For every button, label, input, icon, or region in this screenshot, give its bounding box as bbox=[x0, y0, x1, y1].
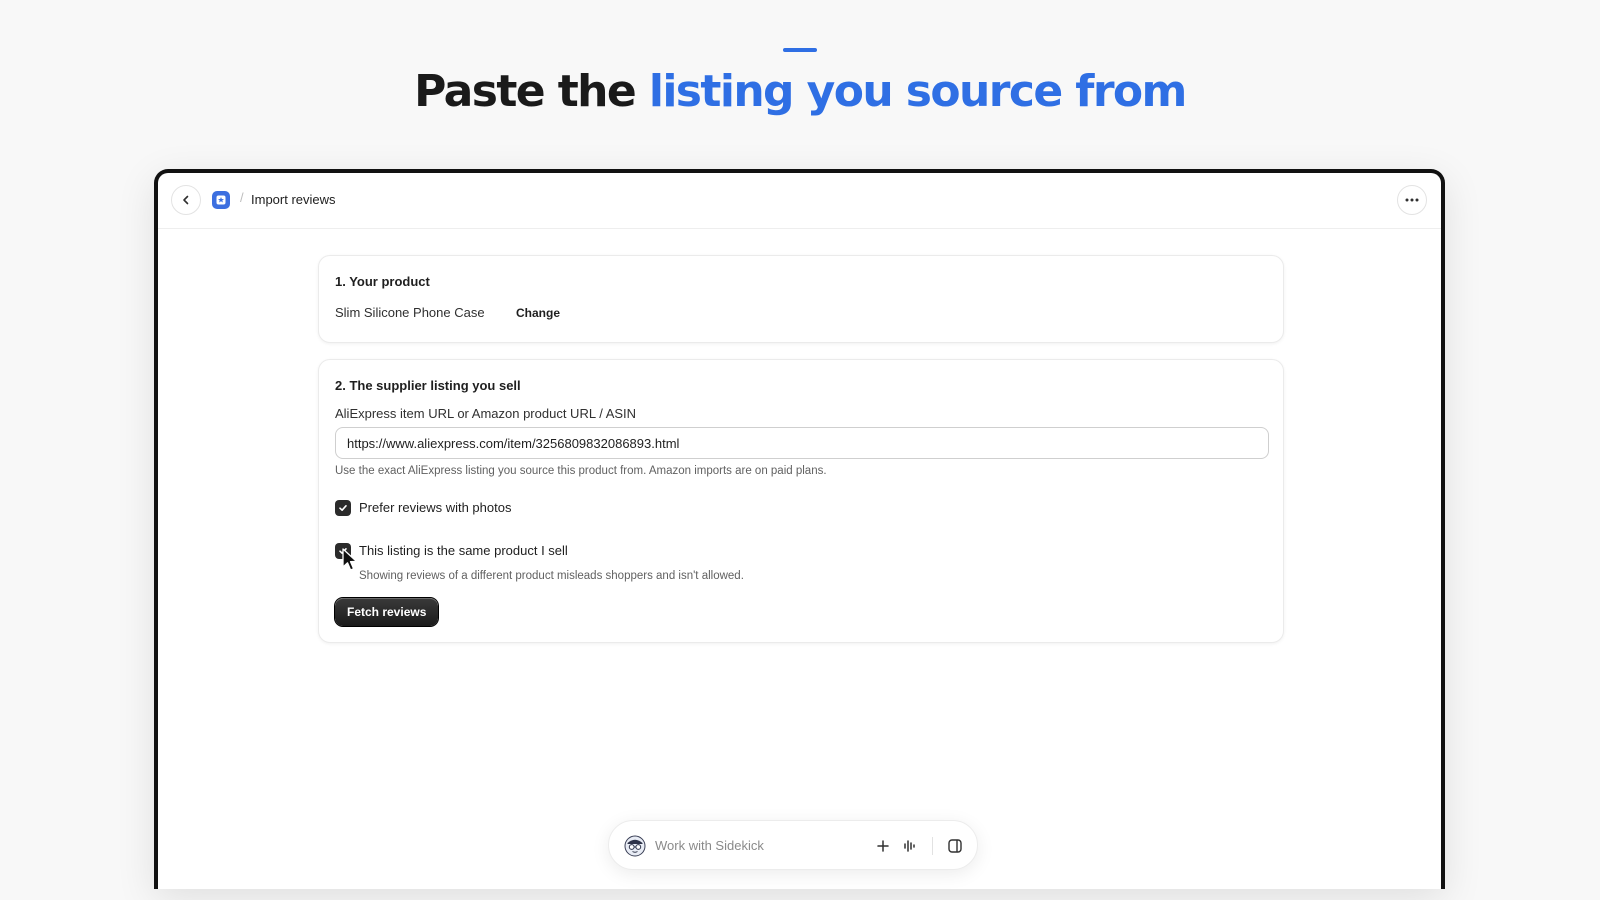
product-card: 1. Your product Slim Silicone Phone Case… bbox=[318, 255, 1284, 343]
supplier-card: 2. The supplier listing you sell AliExpr… bbox=[318, 359, 1284, 643]
breadcrumb-title: Import reviews bbox=[251, 192, 336, 207]
fetch-reviews-button[interactable]: Fetch reviews bbox=[335, 598, 439, 626]
ellipsis-icon bbox=[1405, 198, 1419, 202]
same-product-help-text: Showing reviews of a different product m… bbox=[359, 570, 744, 582]
sidekick-avatar-icon bbox=[624, 835, 646, 857]
plus-icon[interactable] bbox=[874, 837, 892, 855]
same-product-row[interactable]: This listing is the same product I sell bbox=[335, 543, 568, 559]
supplier-card-title: 2. The supplier listing you sell bbox=[335, 378, 521, 393]
same-product-label: This listing is the same product I sell bbox=[359, 543, 568, 558]
url-field-label: AliExpress item URL or Amazon product UR… bbox=[335, 406, 637, 421]
url-help-text: Use the exact AliExpress listing you sou… bbox=[335, 465, 827, 477]
star-app-icon[interactable] bbox=[212, 191, 230, 209]
top-bar: / Import reviews bbox=[158, 173, 1441, 229]
back-button[interactable] bbox=[171, 185, 201, 215]
panel-icon[interactable] bbox=[946, 837, 964, 855]
mouse-cursor-icon bbox=[342, 548, 358, 571]
headline-accent-bar bbox=[783, 48, 817, 52]
product-name: Slim Silicone Phone Case bbox=[335, 305, 485, 320]
page-headline: Paste the listing you source from bbox=[0, 66, 1600, 117]
headline-highlight: listing you source from bbox=[648, 66, 1188, 117]
voice-icon[interactable] bbox=[901, 837, 919, 855]
more-actions-button[interactable] bbox=[1397, 185, 1427, 215]
sidekick-input[interactable]: Work with Sidekick bbox=[655, 838, 764, 853]
change-product-button[interactable]: Change bbox=[516, 306, 560, 320]
sidekick-divider bbox=[932, 837, 933, 855]
breadcrumb-separator: / bbox=[240, 190, 244, 205]
headline-prefix: Paste the bbox=[414, 66, 649, 117]
chevron-left-icon bbox=[183, 195, 189, 205]
sidekick-bar[interactable]: Work with Sidekick bbox=[608, 820, 978, 870]
prefer-photos-label: Prefer reviews with photos bbox=[359, 500, 512, 515]
prefer-photos-checkbox[interactable] bbox=[335, 500, 351, 516]
app-window: / Import reviews 1. Your product Slim Si… bbox=[154, 169, 1445, 889]
supplier-url-input[interactable] bbox=[335, 427, 1269, 459]
product-card-title: 1. Your product bbox=[335, 274, 430, 289]
checkmark-icon bbox=[339, 505, 347, 511]
prefer-photos-row[interactable]: Prefer reviews with photos bbox=[335, 500, 511, 516]
